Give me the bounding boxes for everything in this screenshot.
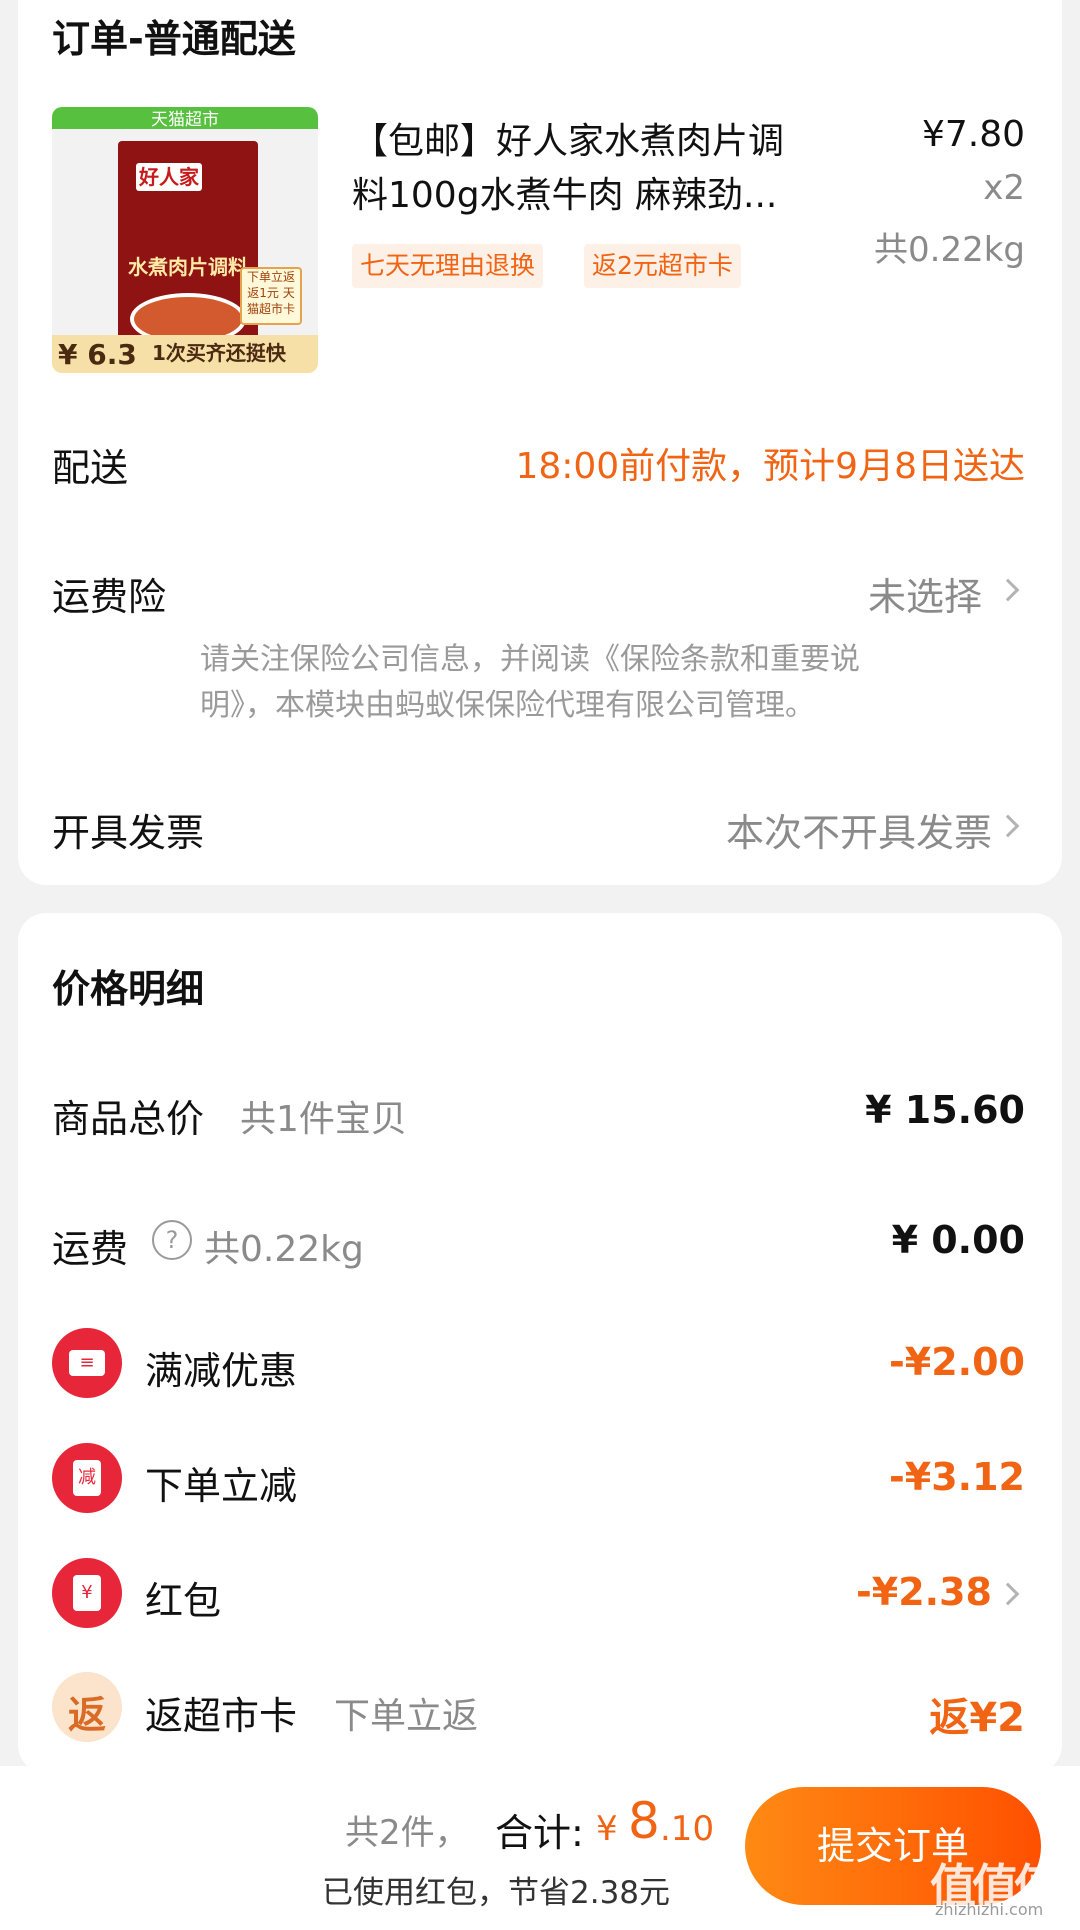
product-weight: 共0.22kg xyxy=(874,230,1025,270)
goods-total-sub: 共1件宝贝 xyxy=(240,1099,407,1140)
product-image[interactable]: 天猫超市 好人家 水煮肉片调料 下单立返 返1元 天猫超市卡 ¥ 6.3 1次买… xyxy=(52,107,318,373)
red-envelope-icon: ¥ xyxy=(52,1558,122,1628)
order-section-title: 订单-普通配送 xyxy=(52,17,296,61)
tag-cashback: 返2元超市卡 xyxy=(584,244,741,288)
insurance-note-line2: 明》，本模块由蚂蚁保保险代理有限公司管理。 xyxy=(200,688,815,723)
discount-label-full-reduction: 满减优惠 xyxy=(145,1349,298,1393)
total-label: 合计: xyxy=(495,1811,584,1855)
discount-value-full-reduction: -¥2.00 xyxy=(889,1340,1025,1384)
package-name: 水煮肉片调料 xyxy=(128,255,248,279)
image-price: ¥ 6.3 xyxy=(58,338,137,371)
watermark-site: zhizhizhi.com xyxy=(935,1900,1044,1919)
store-tag: 天猫超市 xyxy=(151,110,219,130)
shipping-label: 运费 xyxy=(52,1227,129,1271)
discount-value-red-envelope[interactable]: -¥2.38 xyxy=(856,1570,992,1614)
goods-total-value: ¥ 15.60 xyxy=(865,1088,1025,1132)
discount-value-instant: -¥3.12 xyxy=(889,1455,1025,1499)
product-price: ¥7.80 xyxy=(921,114,1025,155)
delivery-label: 配送 xyxy=(52,446,129,490)
total-currency: ¥ xyxy=(596,1809,618,1849)
product-title-line2[interactable]: 料100g水煮牛肉 麻辣劲... xyxy=(352,166,777,218)
reduce-icon: 减 xyxy=(52,1443,122,1513)
total-integer: 8 xyxy=(628,1792,660,1850)
tag-return-policy: 七天无理由退换 xyxy=(352,244,544,288)
product-package: 好人家 水煮肉片调料 xyxy=(118,141,258,346)
brand-logo: 好人家 xyxy=(136,163,202,191)
delivery-eta: 18:00前付款，预计9月8日送达 xyxy=(515,446,1025,487)
price-detail-title: 价格明细 xyxy=(52,967,205,1011)
insurance-note-line1: 请关注保险公司信息，并阅读《保险条款和重要说 xyxy=(200,642,860,677)
item-count: 共2件， xyxy=(345,1813,469,1853)
image-bottom-text: 1次买齐还挺快 xyxy=(152,341,286,365)
product-qty: x2 xyxy=(983,168,1025,208)
cashback-badge: 下单立返 返1元 天猫超市卡 xyxy=(240,267,302,325)
shipping-sub: 共0.22kg xyxy=(204,1229,364,1270)
goods-total-label: 商品总价 xyxy=(52,1097,205,1141)
coupon-icon: ≡ xyxy=(52,1328,122,1398)
insurance-label: 运费险 xyxy=(52,575,167,619)
product-title-line1[interactable]: 【包邮】好人家水煮肉片调 xyxy=(352,112,784,164)
invoice-value[interactable]: 本次不开具发票 xyxy=(726,802,992,857)
discount-sub-cashback: 下单立返 xyxy=(334,1696,479,1737)
shipping-value: ¥ 0.00 xyxy=(891,1218,1025,1262)
discount-label-red-envelope[interactable]: 红包 xyxy=(145,1570,221,1625)
discount-label-cashback: 返超市卡 xyxy=(145,1694,298,1738)
saved-note: 已使用红包，节省2.38元 xyxy=(322,1875,671,1911)
insurance-value[interactable]: 未选择 xyxy=(868,566,982,621)
total-decimal: .10 xyxy=(660,1809,715,1849)
discount-label-instant: 下单立减 xyxy=(145,1464,298,1508)
question-circle-icon[interactable]: ? xyxy=(152,1220,192,1260)
invoice-label: 开具发票 xyxy=(52,811,205,855)
cashback-icon: 返 xyxy=(52,1672,122,1742)
discount-value-cashback: 返¥2 xyxy=(929,1695,1025,1741)
